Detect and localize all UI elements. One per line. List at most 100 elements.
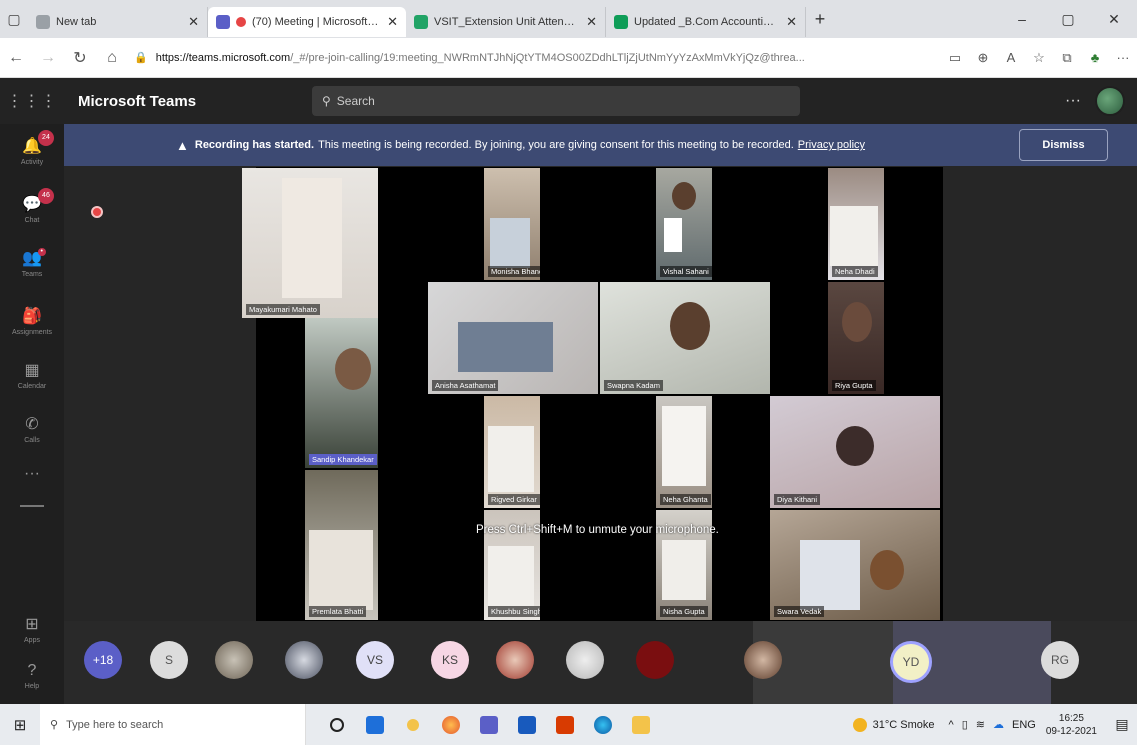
- tab-actions-icon[interactable]: ▢: [0, 5, 28, 33]
- video-tile[interactable]: Vishal Sahani: [656, 168, 712, 280]
- phone-image: [664, 218, 682, 252]
- more-participants-button[interactable]: +18: [84, 641, 122, 679]
- forward-icon[interactable]: →: [32, 42, 64, 74]
- avatar[interactable]: [285, 641, 323, 679]
- clock[interactable]: 16:25 09-12-2021: [1046, 712, 1097, 738]
- recording-indicator-icon: [91, 206, 103, 218]
- help-icon: ?: [27, 662, 37, 679]
- avatar[interactable]: RG: [1041, 641, 1079, 679]
- paper-image: [800, 540, 860, 610]
- favorite-icon[interactable]: ☆: [1025, 44, 1053, 72]
- taskbar-search-input[interactable]: ⚲ Type here to search: [40, 704, 306, 745]
- refresh-icon[interactable]: ↻: [64, 42, 96, 74]
- rail-item-activity[interactable]: 🔔 24 Activity: [0, 124, 64, 180]
- avatar[interactable]: [636, 641, 674, 679]
- office-icon[interactable]: [548, 708, 582, 742]
- close-tab-icon[interactable]: ✕: [387, 14, 398, 30]
- avatar[interactable]: VS: [356, 641, 394, 679]
- url-field[interactable]: 🔒 https://teams.microsoft.com /_#/pre-jo…: [134, 44, 935, 72]
- close-window-icon[interactable]: ✕: [1091, 0, 1137, 38]
- avatar[interactable]: YD: [890, 641, 932, 683]
- dots-app-icon[interactable]: [396, 708, 430, 742]
- video-tile[interactable]: Monisha Bhanda: [484, 168, 540, 280]
- avatar[interactable]: [566, 641, 604, 679]
- cortana-icon[interactable]: [320, 708, 354, 742]
- rail-item-help[interactable]: ? Help: [0, 648, 64, 704]
- avatar[interactable]: [496, 641, 534, 679]
- battery-icon[interactable]: ▯: [962, 718, 968, 731]
- close-tab-icon[interactable]: ✕: [586, 14, 597, 30]
- zoom-icon[interactable]: ⊕: [969, 44, 997, 72]
- extension-icon[interactable]: ♣: [1081, 44, 1109, 72]
- back-icon[interactable]: ←: [0, 42, 32, 74]
- weather-widget[interactable]: 31°C Smoke: [852, 717, 935, 732]
- rail-item-teams[interactable]: 👥 • Teams: [0, 236, 64, 292]
- onedrive-icon[interactable]: ☁: [993, 718, 1004, 731]
- avatar[interactable]: [215, 641, 253, 679]
- participant-video: [335, 348, 371, 390]
- settings-more-icon[interactable]: ···: [1109, 44, 1137, 72]
- taskbar-search-placeholder: Type here to search: [66, 718, 164, 731]
- task-view-icon[interactable]: [358, 708, 392, 742]
- notification-icon[interactable]: ▤: [1107, 716, 1137, 733]
- minimize-icon[interactable]: –: [999, 0, 1045, 38]
- browser-tab-attendance[interactable]: VSIT_Extension Unit Attendance ✕: [406, 7, 606, 37]
- rail-item-calendar[interactable]: ▦ Calendar: [0, 348, 64, 404]
- word-icon[interactable]: [510, 708, 544, 742]
- browser-tab-teams-meeting[interactable]: (70) Meeting | Microsoft Te ✕: [208, 7, 406, 37]
- video-tile[interactable]: Mayakumari Mahato: [242, 168, 378, 318]
- browser-tab-bcom[interactable]: Updated _B.Com Accounting & ✕: [606, 7, 806, 37]
- search-input[interactable]: ⚲ Search: [312, 86, 800, 116]
- paper-image: [488, 546, 534, 606]
- recording-icon: [236, 17, 246, 27]
- language-indicator[interactable]: ENG: [1012, 719, 1036, 731]
- rail-label: Assignments: [11, 329, 53, 336]
- rail-item-more[interactable]: ···: [0, 446, 64, 502]
- edge-icon[interactable]: [586, 708, 620, 742]
- video-tile[interactable]: Swara Vedak: [770, 510, 940, 620]
- participant-name: Riya Gupta: [832, 380, 876, 391]
- video-tile[interactable]: Diya Kithani: [770, 396, 940, 508]
- app-launcher-icon[interactable]: ⋮⋮⋮: [0, 78, 64, 124]
- sheets-icon: [614, 15, 628, 29]
- avatar[interactable]: S: [150, 641, 188, 679]
- video-tile[interactable]: Neha Dhadi: [828, 168, 884, 280]
- clock-time: 16:25: [1058, 712, 1084, 724]
- avatar[interactable]: [1095, 86, 1125, 116]
- read-aloud-icon[interactable]: A: [997, 44, 1025, 72]
- wifi-icon[interactable]: ≋: [976, 718, 985, 731]
- home-icon[interactable]: ⌂: [96, 42, 128, 74]
- privacy-policy-link[interactable]: Privacy policy: [798, 139, 865, 151]
- dismiss-button[interactable]: Dismiss: [1019, 129, 1108, 161]
- windows-start-icon[interactable]: ⊞: [0, 704, 40, 745]
- rail-item-chat[interactable]: 💬 46 Chat: [0, 182, 64, 238]
- avatar[interactable]: KS: [431, 641, 469, 679]
- participant-video: [672, 182, 696, 210]
- close-tab-icon[interactable]: ✕: [188, 14, 199, 30]
- video-tile[interactable]: Swapna Kadam: [600, 282, 770, 394]
- more-options-icon[interactable]: ···: [1065, 92, 1081, 110]
- screen-share-icon[interactable]: ▭: [941, 44, 969, 72]
- rail-item-assignments[interactable]: 🎒 Assignments: [0, 294, 64, 350]
- maximize-icon[interactable]: ▢: [1045, 0, 1091, 38]
- collections-icon[interactable]: ⧉: [1053, 44, 1081, 72]
- rail-label: Calls: [24, 437, 40, 444]
- participant-name: Monisha Bhanda: [488, 266, 540, 277]
- video-tile[interactable]: Riya Gupta: [828, 282, 884, 394]
- video-tile[interactable]: Anisha Asathamat: [428, 282, 598, 394]
- browser-tab-new-tab[interactable]: New tab ✕: [28, 7, 208, 37]
- firefox-icon[interactable]: [434, 708, 468, 742]
- participant-strip: +18 S VS KS YD RG: [64, 621, 1137, 704]
- file-explorer-icon[interactable]: [624, 708, 658, 742]
- chevron-up-icon[interactable]: ^: [949, 719, 954, 731]
- close-tab-icon[interactable]: ✕: [786, 14, 797, 30]
- new-tab-button[interactable]: +: [806, 9, 834, 30]
- video-tile[interactable]: Sandip Khandekar: [305, 318, 378, 468]
- chat-icon: 💬 46: [22, 188, 54, 214]
- avatar[interactable]: [744, 641, 782, 679]
- teams-header: ⋮⋮⋮ Microsoft Teams ⚲ Search ···: [0, 78, 1137, 124]
- video-tile[interactable]: Neha Ghanta: [656, 396, 712, 508]
- video-tile[interactable]: Rigved Girkar: [484, 396, 540, 508]
- video-tile[interactable]: Premlata Bhatti: [305, 470, 378, 620]
- teams-icon[interactable]: [472, 708, 506, 742]
